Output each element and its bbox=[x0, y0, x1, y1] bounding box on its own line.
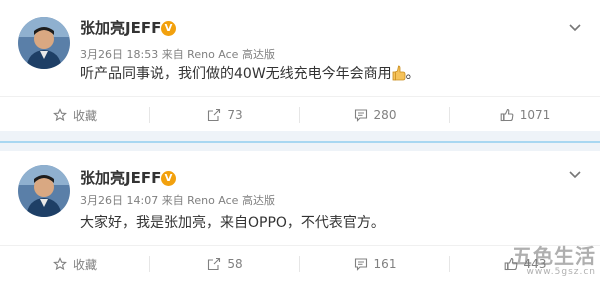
comment-count: 280 bbox=[373, 108, 397, 122]
user-name[interactable]: 张加亮JEFF bbox=[80, 19, 161, 37]
comment-icon bbox=[354, 108, 368, 122]
user-name[interactable]: 张加亮JEFF bbox=[80, 169, 161, 187]
post-meta: 3月26日 14:07 来自 Reno Ace 高达版 bbox=[80, 194, 275, 207]
comment-button[interactable]: 161 bbox=[300, 246, 450, 282]
chevron-down-icon[interactable] bbox=[568, 18, 582, 32]
thumbs-up-emoji bbox=[392, 65, 406, 81]
repost-count: 73 bbox=[227, 108, 243, 122]
repost-icon bbox=[207, 257, 221, 271]
action-bar: 收藏 73 280 1071 bbox=[0, 96, 600, 133]
avatar[interactable] bbox=[18, 17, 70, 69]
like-button[interactable]: 1071 bbox=[450, 97, 600, 133]
feed-separator bbox=[0, 131, 600, 151]
repost-button[interactable]: 58 bbox=[150, 246, 300, 282]
like-icon bbox=[500, 108, 514, 122]
comment-icon bbox=[354, 257, 368, 271]
repost-button[interactable]: 73 bbox=[150, 97, 300, 133]
favorite-label: 收藏 bbox=[72, 108, 97, 123]
watermark-main: 五色生活 bbox=[512, 244, 596, 268]
verified-badge-icon: V bbox=[161, 21, 176, 36]
comment-button[interactable]: 280 bbox=[300, 97, 450, 133]
watermark-sub: www.5gsz.cn bbox=[526, 267, 596, 277]
favorite-button[interactable]: 收藏 bbox=[0, 246, 150, 282]
favorite-label: 收藏 bbox=[72, 257, 97, 272]
weibo-post-1: 张加亮JEFF V 3月26日 18:53 来自 Reno Ace 高达版 听产… bbox=[0, 0, 600, 131]
post-meta: 3月26日 18:53 来自 Reno Ace 高达版 bbox=[80, 48, 275, 61]
avatar[interactable] bbox=[18, 165, 70, 217]
post-text: 大家好，我是张加亮，来自OPPO，不代表官方。 bbox=[80, 215, 385, 231]
comment-count: 161 bbox=[373, 257, 397, 271]
chevron-down-icon[interactable] bbox=[568, 165, 582, 179]
repost-icon bbox=[207, 108, 221, 122]
favorite-button[interactable]: 收藏 bbox=[0, 97, 150, 133]
favorite-icon bbox=[53, 108, 67, 122]
like-count: 1071 bbox=[519, 108, 551, 122]
post-content: 大家好，我是张加亮，来自OPPO，不代表官方。 bbox=[80, 213, 385, 233]
post-content: 听产品同事说，我们做的40W无线充电今年会商用。 bbox=[80, 64, 420, 84]
post-text-suffix: 。 bbox=[405, 66, 420, 82]
repost-count: 58 bbox=[227, 257, 243, 271]
post-text: 听产品同事说，我们做的40W无线充电今年会商用 bbox=[80, 66, 392, 82]
verified-badge-icon: V bbox=[161, 171, 176, 186]
separator-line bbox=[0, 141, 600, 143]
site-watermark: 五色生活 www.5gsz.cn bbox=[500, 245, 596, 279]
favorite-icon bbox=[53, 257, 67, 271]
